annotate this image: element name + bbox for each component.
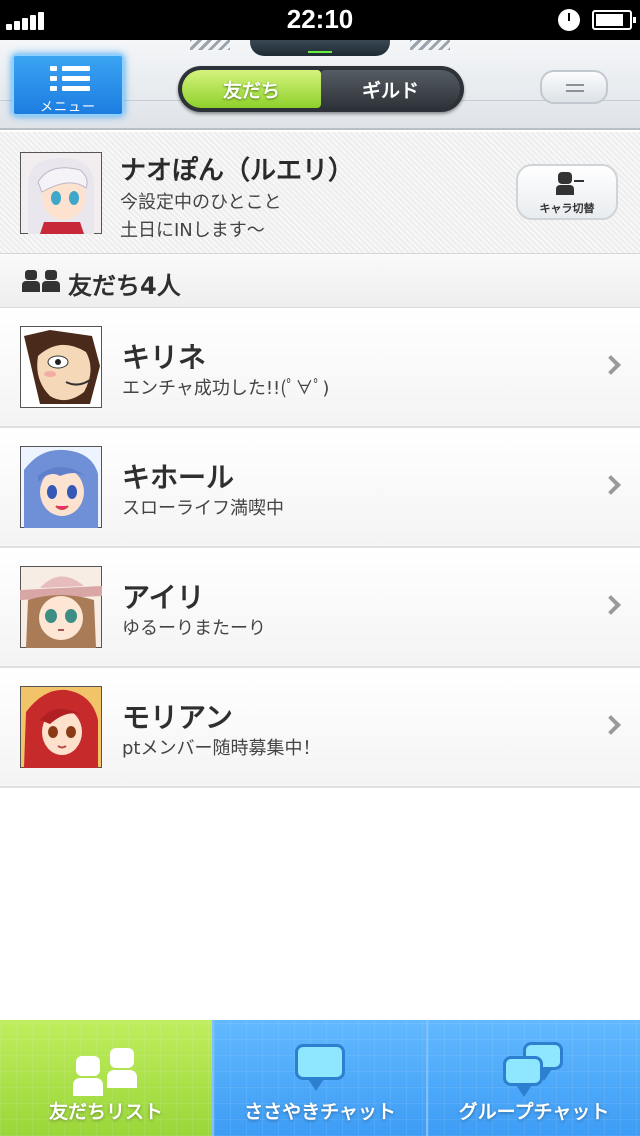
friend-name: キリネ [122,341,207,374]
bottom-tab-bar: 友だちリスト ささやきチャット グループチャット [0,1020,640,1136]
my-character-name: ナオぽん（ルエリ） [120,156,355,186]
options-button[interactable] [540,70,608,104]
my-profile[interactable]: ナオぽん（ルエリ） 今設定中のひとこと 土日にINします〜 キャラ切替 [0,132,640,254]
friend-name: モリアン [122,701,233,734]
tab-guild[interactable]: ギルド [321,70,460,108]
tab-label: 友だちリスト [48,1101,163,1123]
friends-icon [22,270,62,294]
white-hair-girl-avatar [20,152,102,234]
status-bar: 22:10 [0,0,640,40]
red-hair-girl-avatar [20,686,102,768]
switch-character-button[interactable]: キャラ切替 [516,164,618,220]
friends-count-heading: 友だち4人 [68,272,181,300]
chevron-right-icon [601,475,621,495]
menu-label: メニュー [39,100,96,115]
chevron-right-icon [601,595,621,615]
hat-girl-avatar [20,566,102,648]
friends-guild-toggle: 友だち ギルド [178,66,464,112]
chevron-right-icon [601,355,621,375]
app-header: メニュー 友だち ギルド [0,40,640,130]
switch-character-icon [556,172,584,198]
wolf-avatar [20,326,102,408]
my-avatar [20,152,102,234]
my-status-message: 今設定中のひとこと [120,192,282,213]
friend-row-airi[interactable]: アイリ ゆるーりまたーり [0,548,640,668]
friend-status: ptメンバー随時募集中！ [122,738,321,759]
my-status-detail: 土日にINします〜 [120,220,265,241]
group-chat-icon [499,1042,569,1100]
friend-row-kihoru[interactable]: キホール スローライフ満喫中 [0,428,640,548]
switch-character-label: キャラ切替 [539,202,595,215]
chevron-right-icon [601,715,621,735]
tab-friends[interactable]: 友だち [182,70,321,108]
tab-group-chat[interactable]: グループチャット [428,1020,640,1136]
friends-section-header: 友だち4人 [0,254,640,308]
chat-bubble-icon [285,1042,355,1100]
menu-list-icon [50,64,90,94]
tab-friends-list[interactable]: 友だちリスト [0,1020,214,1136]
battery-icon [592,10,636,30]
friend-row-kirine[interactable]: キリネ エンチャ成功した!!(ﾟ∀ﾟ) [0,308,640,428]
alarm-icon [558,9,580,31]
header-pulse-indicator [250,40,390,56]
friend-name: キホール [122,461,235,494]
friend-row-morian[interactable]: モリアン ptメンバー随時募集中！ [0,668,640,788]
friend-status: スローライフ満喫中 [122,498,284,519]
friends-icon [71,1042,141,1100]
status-time: 22:10 [286,4,354,34]
friend-name: アイリ [122,581,205,614]
friend-status: エンチャ成功した!!(ﾟ∀ﾟ) [122,378,330,399]
tab-label: グループチャット [458,1101,610,1123]
friend-status: ゆるーりまたーり [122,618,266,639]
blue-hair-girl-avatar [20,446,102,528]
tab-label: ささやきチャット [244,1101,396,1123]
menu-button[interactable]: メニュー [12,54,124,116]
tab-whisper-chat[interactable]: ささやきチャット [214,1020,428,1136]
